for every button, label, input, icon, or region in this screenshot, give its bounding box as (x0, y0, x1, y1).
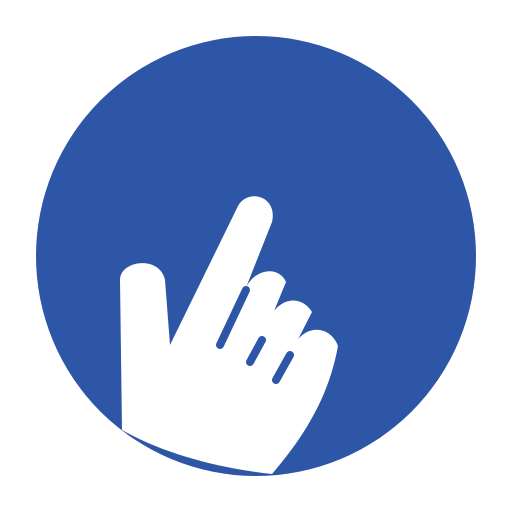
app-icon (36, 36, 476, 476)
app-icon-canvas (0, 0, 512, 512)
